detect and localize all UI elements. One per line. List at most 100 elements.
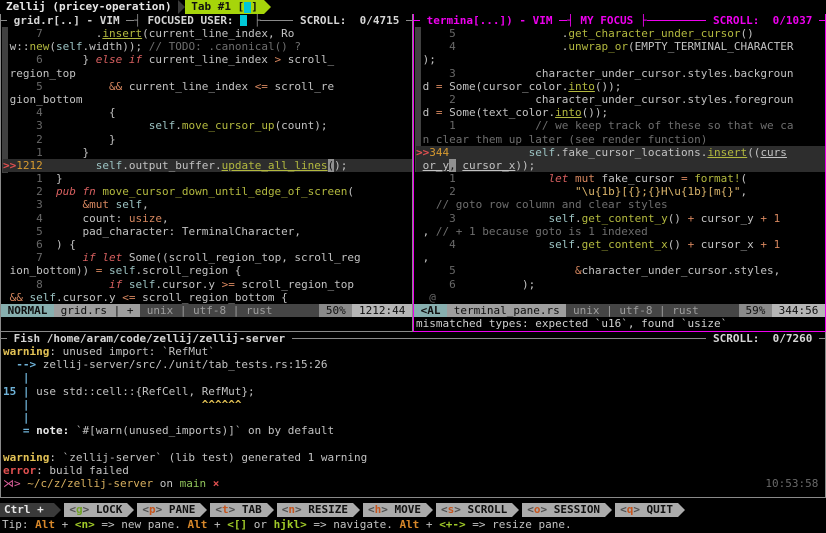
text-segment: self <box>56 40 83 53</box>
terminal-row: | <box>3 371 825 384</box>
ribbon-text: > <box>229 503 236 516</box>
text-segment: 344 <box>429 146 449 159</box>
terminal-row: >>344 self.fake_cursor_locations.insert(… <box>416 146 825 159</box>
text-segment: d <box>416 106 436 119</box>
text-segment: // + 1 because goto is 1 indexed <box>436 225 648 238</box>
ribbon-text: TAB <box>235 503 262 516</box>
text-segment: () <box>668 212 688 225</box>
terminal-editor-buffer: 5 .get_character_under_cursor() 4 .unwra… <box>414 27 825 304</box>
ribbon-text: q <box>627 503 634 516</box>
tip-segment: => resize pane. <box>466 518 572 531</box>
pane-fish-shell[interactable]: Fish /home/aram/code/zellij/zellij-serve… <box>0 332 826 498</box>
text-segment: fake_cursor <box>595 172 681 185</box>
text-segment: --> <box>3 358 43 371</box>
text-segment <box>43 198 83 211</box>
text-segment: get_content_x <box>582 238 668 251</box>
text-segment <box>36 398 202 411</box>
text-segment: (( <box>747 146 760 159</box>
terminal-row: 2 character_under_cursor.styles.foregrou… <box>416 93 825 106</box>
ribbon-label: <t> TAB <box>210 503 266 517</box>
text-segment: ( <box>328 159 335 172</box>
pane-terminal-editor[interactable]: termina[...]) - VIM ┤ MY FOCUS ├ SCROLL:… <box>413 14 826 332</box>
terminal-row: or_y, cursor_x)); <box>416 159 825 172</box>
text-segment: 2 <box>416 93 456 106</box>
tip-segment: Alt <box>35 518 55 531</box>
ribbon-quit[interactable]: <q> QUIT <box>615 503 685 517</box>
text-segment: note: <box>36 424 69 437</box>
ribbon-session[interactable]: <o> SESSION <box>522 503 612 517</box>
ribbon-move[interactable]: <h> MOVE <box>363 503 433 517</box>
text-segment: &mut <box>83 198 110 211</box>
pane-grid-editor[interactable]: grid.r[..] - VIM ┤ FOCUSED USER: ├ SCROL… <box>0 14 413 332</box>
ribbon-arrow-icon <box>200 503 207 517</box>
border-line <box>260 20 293 21</box>
border-line <box>406 20 412 21</box>
terminal-row: 5 .get_character_under_cursor() <box>416 27 825 40</box>
ribbon-arrow-icon <box>426 503 433 517</box>
text-segment: cursor_x <box>462 159 515 172</box>
text-segment <box>456 212 549 225</box>
text-segment: warning <box>3 451 49 464</box>
text-segment <box>416 159 423 172</box>
text-segment: d <box>416 80 436 93</box>
text-segment: && <box>10 291 23 304</box>
text-segment: .width)); <box>83 40 149 53</box>
text-segment: self <box>96 159 123 172</box>
text-segment <box>3 291 10 304</box>
tip-segment: hjkl> <box>274 518 307 531</box>
border-tee: ├ <box>254 14 261 27</box>
terminal-row: d = Some(cursor_color.into()); <box>416 80 825 93</box>
tip-segment: <[] <box>227 518 247 531</box>
ribbon-tab[interactable]: <t> TAB <box>210 503 273 517</box>
tip-segment: Alt <box>399 518 419 531</box>
terminal-row: d = Some(text_color.into()); <box>416 106 825 119</box>
text-segment: scroll_re <box>268 80 334 93</box>
terminal-row: 1 // we keep track of these so that we c… <box>416 119 825 132</box>
text-segment: error <box>3 464 36 477</box>
tip-segment: + <box>207 518 227 531</box>
terminal-row: 6 ) { <box>3 238 412 251</box>
text-segment <box>456 172 549 185</box>
terminal-row: , // + 1 because goto is 1 indexed <box>416 225 825 238</box>
ribbon-pane[interactable]: <p> PANE <box>137 503 207 517</box>
text-segment: self <box>548 238 575 251</box>
text-segment <box>43 251 83 264</box>
ribbon-scroll[interactable]: <s> SCROLL <box>436 503 519 517</box>
terminal-row: | <box>3 411 825 424</box>
terminal-row: 5 && current_line_index <= scroll_re <box>3 80 412 93</box>
ctrl-prefix: Ctrl + <box>0 503 54 517</box>
ribbon-lock[interactable]: <g> LOCK <box>64 503 134 517</box>
text-segment: 3 <box>3 198 43 211</box>
statusline-segment: NORMAL <box>1 304 54 317</box>
terminal-row: , <box>416 251 825 264</box>
text-segment: get_content_y <box>582 212 668 225</box>
text-segment: 1 <box>3 172 43 185</box>
ribbon-resize[interactable]: <n> RESIZE <box>277 503 360 517</box>
tab-label: Tab #1 [ <box>185 0 245 13</box>
text-segment: . <box>456 40 569 53</box>
ribbon-text: > <box>83 503 90 516</box>
ribbon-text: > <box>540 503 547 516</box>
border-line <box>126 20 134 21</box>
pane-fish-title-text: Fish /home/aram/code/zellij/zellij-serve… <box>7 332 292 345</box>
text-segment: : build failed <box>36 464 129 477</box>
text-segment: | <box>3 411 30 424</box>
terminal-row: 1 let mut fake_cursor = format!( <box>416 172 825 185</box>
text-segment: | <box>3 398 36 411</box>
ribbon-arrow-icon <box>127 503 134 517</box>
text-segment: gion_bottom <box>3 93 82 106</box>
terminal-row: 4 count: usize, <box>3 212 412 225</box>
tab-1-ribbon[interactable]: Tab #1 [] <box>185 0 265 14</box>
text-segment: insert <box>707 146 747 159</box>
text-segment: 1 <box>774 238 781 251</box>
terminal-row: 1 } <box>3 146 412 159</box>
text-segment: warning <box>3 345 49 358</box>
text-segment: >> <box>3 159 16 172</box>
text-segment: ()); <box>582 106 609 119</box>
terminal-row: 3 self.move_cursor_up(count); <box>3 119 412 132</box>
text-segment: use std::cell::{RefCell, RefMut}; <box>36 385 255 398</box>
tip-segment: Tip: <box>2 518 35 531</box>
text-segment: Some(text_color. <box>443 106 556 119</box>
text-segment: = <box>3 424 36 437</box>
pane-grid-scroll-indicator: SCROLL: 0/4715 <box>293 14 406 27</box>
